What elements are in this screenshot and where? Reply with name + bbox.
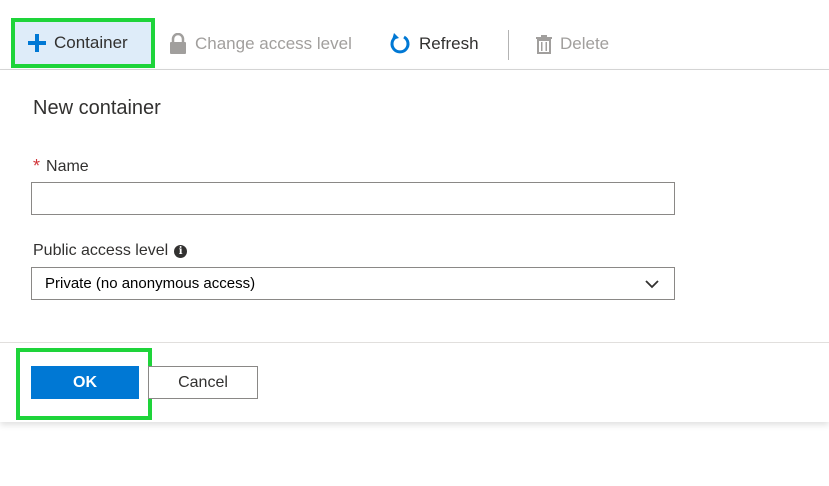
command-bar: Container Change access level Refresh De…	[0, 0, 829, 70]
change-access-level-label: Change access level	[195, 34, 352, 53]
refresh-icon	[388, 32, 412, 56]
add-container-label: Container	[54, 33, 128, 52]
required-marker: *	[33, 156, 41, 176]
trash-icon	[535, 34, 553, 54]
info-icon[interactable]: i	[174, 244, 188, 258]
toolbar-divider	[508, 30, 509, 60]
add-container-button[interactable]: Container	[15, 22, 151, 64]
panel-title: New container	[33, 97, 161, 119]
lock-icon	[168, 33, 188, 55]
refresh-label: Refresh	[419, 34, 479, 53]
name-label: Name	[46, 157, 89, 175]
cancel-button[interactable]: Cancel	[148, 366, 258, 399]
public-access-label: Public access level	[33, 242, 169, 259]
public-access-level-dropdown[interactable]: Private (no anonymous access)	[31, 267, 675, 300]
public-access-field-label: Public access level i	[33, 242, 188, 260]
new-container-panel: New container * Name Public access level…	[0, 70, 829, 422]
name-input[interactable]	[31, 182, 675, 215]
ok-button[interactable]: OK	[31, 366, 139, 399]
public-access-selected-value: Private (no anonymous access)	[45, 275, 256, 292]
delete-button[interactable]: Delete	[535, 22, 609, 66]
refresh-button[interactable]: Refresh	[388, 22, 479, 66]
plus-icon	[27, 33, 47, 53]
chevron-down-icon	[644, 276, 660, 296]
change-access-level-button[interactable]: Change access level	[168, 22, 352, 66]
delete-label: Delete	[560, 34, 610, 53]
footer-divider	[0, 342, 829, 343]
name-field-label: * Name	[33, 156, 89, 177]
